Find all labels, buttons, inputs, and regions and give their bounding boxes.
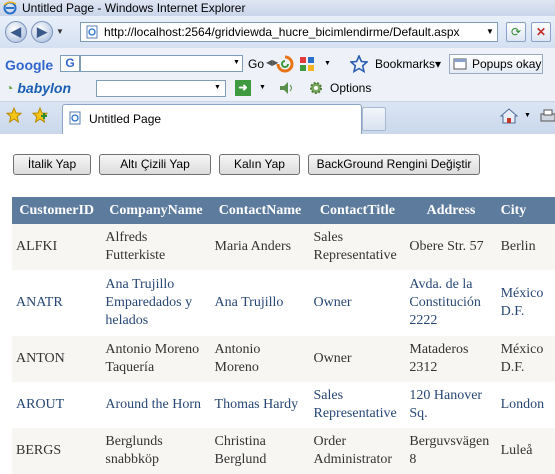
- cell-companyname: Ana Trujillo Emparedados y helados: [101, 270, 211, 336]
- ie-icon: [3, 1, 17, 15]
- arrow-right-icon[interactable]: ➜: [235, 80, 251, 96]
- cell-address: Obere Str. 57: [405, 224, 497, 270]
- cell-companyname: Around the Horn: [101, 382, 211, 428]
- cell-contactname: Christina Berglund: [210, 428, 310, 474]
- tab-title[interactable]: Untitled Page: [89, 112, 161, 126]
- italic-button[interactable]: İtalik Yap: [13, 154, 91, 175]
- grid-header-row: CustomerID CompanyName ContactName Conta…: [12, 197, 555, 224]
- cell-customerid: ANATR: [12, 270, 102, 336]
- new-tab-button[interactable]: [362, 107, 386, 131]
- header-contactname: ContactName: [210, 197, 310, 224]
- window-title: Untitled Page - Windows Internet Explore…: [22, 1, 246, 15]
- chevron-down-icon[interactable]: ▼: [233, 59, 240, 66]
- cell-companyname: Berglunds snabbköp: [101, 428, 211, 474]
- home-icon[interactable]: [500, 107, 518, 125]
- cell-city: Luleå: [496, 428, 555, 474]
- print-icon[interactable]: [540, 107, 555, 125]
- header-customerid: CustomerID: [12, 197, 102, 224]
- cell-contactname: Maria Anders: [210, 224, 310, 270]
- cell-contacttitle: Sales Representative: [309, 382, 406, 428]
- popups-label[interactable]: Popups okay: [472, 57, 541, 71]
- cell-contacttitle: Owner: [309, 336, 406, 382]
- cell-companyname: Antonio Moreno Taquería: [101, 336, 211, 382]
- table-row: ANTON Antonio Moreno Taquería Antonio Mo…: [12, 336, 555, 382]
- favorites-star-icon[interactable]: [6, 107, 22, 123]
- address-url[interactable]: http://localhost:2564/gridviewda_hucre_b…: [104, 25, 460, 39]
- add-favorites-icon[interactable]: [32, 107, 48, 123]
- chevron-down-icon[interactable]: ▼: [324, 60, 331, 67]
- table-row: ANATR Ana Trujillo Emparedados y helados…: [12, 270, 555, 336]
- cell-contactname: Thomas Hardy: [210, 382, 310, 428]
- table-row: AROUT Around the Horn Thomas Hardy Sales…: [12, 382, 555, 428]
- customers-grid: CustomerID CompanyName ContactName Conta…: [12, 197, 555, 474]
- cell-companyname: Alfreds Futterkiste: [101, 224, 211, 270]
- cell-customerid: ALFKI: [12, 224, 102, 270]
- swirl-icon[interactable]: [276, 55, 294, 73]
- cell-address: Berguvsvägen 8: [405, 428, 497, 474]
- forward-button[interactable]: ▶: [31, 21, 53, 43]
- chevron-down-icon[interactable]: ▼: [486, 27, 494, 36]
- ie-page-icon: [69, 111, 81, 125]
- google-logo: Google: [5, 57, 54, 73]
- star-icon[interactable]: [350, 55, 368, 73]
- table-row: BERGS Berglunds snabbköp Christina Bergl…: [12, 428, 555, 474]
- popup-window-icon: [453, 58, 467, 70]
- stop-button[interactable]: ✕: [531, 22, 551, 42]
- cell-contactname: Antonio Moreno: [210, 336, 310, 382]
- background-color-button[interactable]: BackGround Rengini Değiştir: [308, 154, 480, 175]
- ie-page-icon: [86, 25, 98, 39]
- go-button[interactable]: Go: [248, 57, 264, 71]
- cell-address: Avda. de la Constitución 2222: [405, 270, 497, 336]
- cell-contacttitle: Sales Representative: [309, 224, 406, 270]
- underline-button[interactable]: Altı Çizili Yap: [99, 154, 211, 175]
- cell-city: London: [496, 382, 555, 428]
- cell-address: Mataderos 2312: [405, 336, 497, 382]
- cell-customerid: BERGS: [12, 428, 102, 474]
- cell-contacttitle: Order Administrator: [309, 428, 406, 474]
- gear-icon[interactable]: [308, 80, 324, 96]
- bold-button[interactable]: Kalın Yap: [219, 154, 300, 175]
- cell-city: México D.F.: [496, 270, 555, 336]
- chevron-down-icon[interactable]: ▼: [524, 112, 531, 119]
- babylon-options[interactable]: Options: [330, 81, 371, 95]
- header-contacttitle: ContactTitle: [309, 197, 406, 224]
- header-city: City: [496, 197, 555, 224]
- chevron-down-icon[interactable]: ▼: [56, 27, 64, 36]
- cell-contacttitle: Owner: [309, 270, 406, 336]
- bookmarks-menu[interactable]: Bookmarks▾: [375, 57, 441, 71]
- header-address: Address: [405, 197, 497, 224]
- google-search-input[interactable]: [80, 55, 243, 72]
- google-g-icon[interactable]: G: [60, 55, 80, 72]
- refresh-button[interactable]: ⟳: [506, 22, 526, 42]
- header-companyname: CompanyName: [101, 197, 211, 224]
- cell-address: 120 Hanover Sq.: [405, 382, 497, 428]
- cell-customerid: ANTON: [12, 336, 102, 382]
- cell-customerid: AROUT: [12, 382, 102, 428]
- cell-contactname: Ana Trujillo: [210, 270, 310, 336]
- chevron-down-icon[interactable]: ▼: [259, 84, 266, 91]
- cell-city: Berlin: [496, 224, 555, 270]
- puzzle-icon[interactable]: [298, 55, 316, 73]
- chevron-down-icon[interactable]: ▼: [214, 84, 221, 91]
- cell-city: México D.F.: [496, 336, 555, 382]
- speaker-icon[interactable]: [278, 80, 294, 96]
- babylon-search-input[interactable]: [96, 80, 226, 97]
- back-button[interactable]: ◀: [5, 21, 27, 43]
- babylon-logo: ◔ babylon: [5, 80, 72, 96]
- table-row: ALFKI Alfreds Futterkiste Maria Anders S…: [12, 224, 555, 270]
